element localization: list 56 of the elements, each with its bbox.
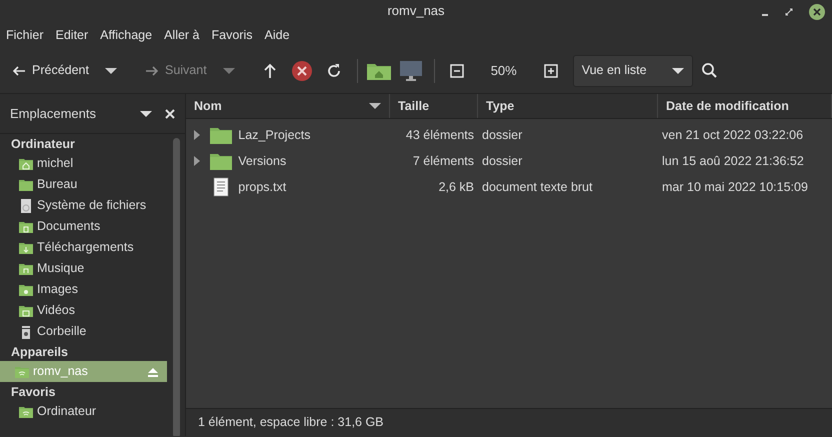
sidebar-item[interactable]: Documents bbox=[0, 216, 167, 237]
expander-icon[interactable] bbox=[192, 130, 200, 140]
sidebar-item[interactable]: Corbeille bbox=[0, 321, 167, 342]
file-date: lun 15 aoû 2022 21:36:52 bbox=[662, 154, 804, 168]
arrow-icon bbox=[12, 64, 26, 78]
sort-icon bbox=[369, 102, 381, 110]
menu-item[interactable]: Aller à bbox=[158, 26, 206, 44]
menu-item[interactable]: Favoris bbox=[206, 26, 258, 44]
file-name: Laz_Projects bbox=[238, 126, 311, 144]
column-header[interactable]: Date de modification bbox=[658, 94, 832, 118]
zoom-level: 50% bbox=[490, 62, 518, 80]
menu-item[interactable]: Affichage bbox=[94, 26, 158, 44]
caret-icon bbox=[672, 66, 684, 74]
close-icon[interactable] bbox=[165, 108, 175, 118]
menu-item[interactable]: Editer bbox=[50, 26, 94, 44]
sidebar-section-title: Ordinateur bbox=[10, 136, 76, 153]
file-type: dossier bbox=[482, 128, 522, 142]
menu-item[interactable]: Fichier bbox=[0, 26, 50, 44]
file-date: mar 10 mai 2022 10:15:09 bbox=[662, 180, 808, 194]
sidebar-item[interactable]: michel bbox=[0, 153, 167, 174]
folder-icon bbox=[210, 126, 232, 144]
restore-icon[interactable] bbox=[784, 7, 794, 17]
close-icon[interactable] bbox=[808, 3, 826, 21]
sidebar-section-title: Favoris bbox=[10, 384, 56, 401]
sidebar-item[interactable]: Musique bbox=[0, 258, 167, 279]
sidebar-title: Emplacements bbox=[10, 104, 96, 123]
view-select[interactable]: Vue en liste bbox=[572, 54, 693, 86]
sidebar-item[interactable]: Bureau bbox=[0, 174, 167, 195]
file-type: document texte brut bbox=[482, 180, 592, 194]
file-size: 2,6 kB bbox=[438, 180, 474, 194]
sidebar-item[interactable]: Images bbox=[0, 279, 167, 300]
folder-icon bbox=[210, 152, 232, 170]
expander-icon[interactable] bbox=[192, 156, 200, 166]
file-name: props.txt bbox=[238, 178, 286, 196]
file-type: dossier bbox=[482, 154, 522, 168]
arrow-icon bbox=[144, 64, 159, 78]
file-date: ven 21 oct 2022 03:22:06 bbox=[662, 128, 804, 142]
back-button[interactable]: Précédent bbox=[6, 57, 95, 84]
sidebar-item[interactable]: Vidéos bbox=[0, 300, 167, 321]
drive-icon bbox=[18, 198, 34, 214]
status-text: 1 élément, espace libre : 31,6 GB bbox=[198, 414, 384, 432]
caret-icon[interactable] bbox=[140, 110, 152, 118]
scrollbar[interactable] bbox=[173, 138, 180, 436]
column-header[interactable]: Taille bbox=[390, 94, 478, 118]
sidebar-section-title: Appareils bbox=[10, 344, 69, 361]
menu-item[interactable]: Aide bbox=[258, 26, 296, 44]
file-size: 7 éléments bbox=[412, 154, 474, 168]
sidebar-item[interactable]: Téléchargements bbox=[0, 237, 167, 258]
column-header[interactable]: Type bbox=[478, 94, 658, 118]
sidebar-item[interactable]: Système de fichiers bbox=[0, 195, 167, 216]
sidebar-item[interactable]: Ordinateur bbox=[0, 401, 167, 422]
file-name: Versions bbox=[238, 152, 286, 170]
file-size: 43 éléments bbox=[406, 128, 474, 142]
window-title: romv_nas bbox=[387, 2, 445, 20]
column-header[interactable]: Nom bbox=[186, 94, 390, 118]
eject-icon[interactable] bbox=[147, 366, 159, 378]
